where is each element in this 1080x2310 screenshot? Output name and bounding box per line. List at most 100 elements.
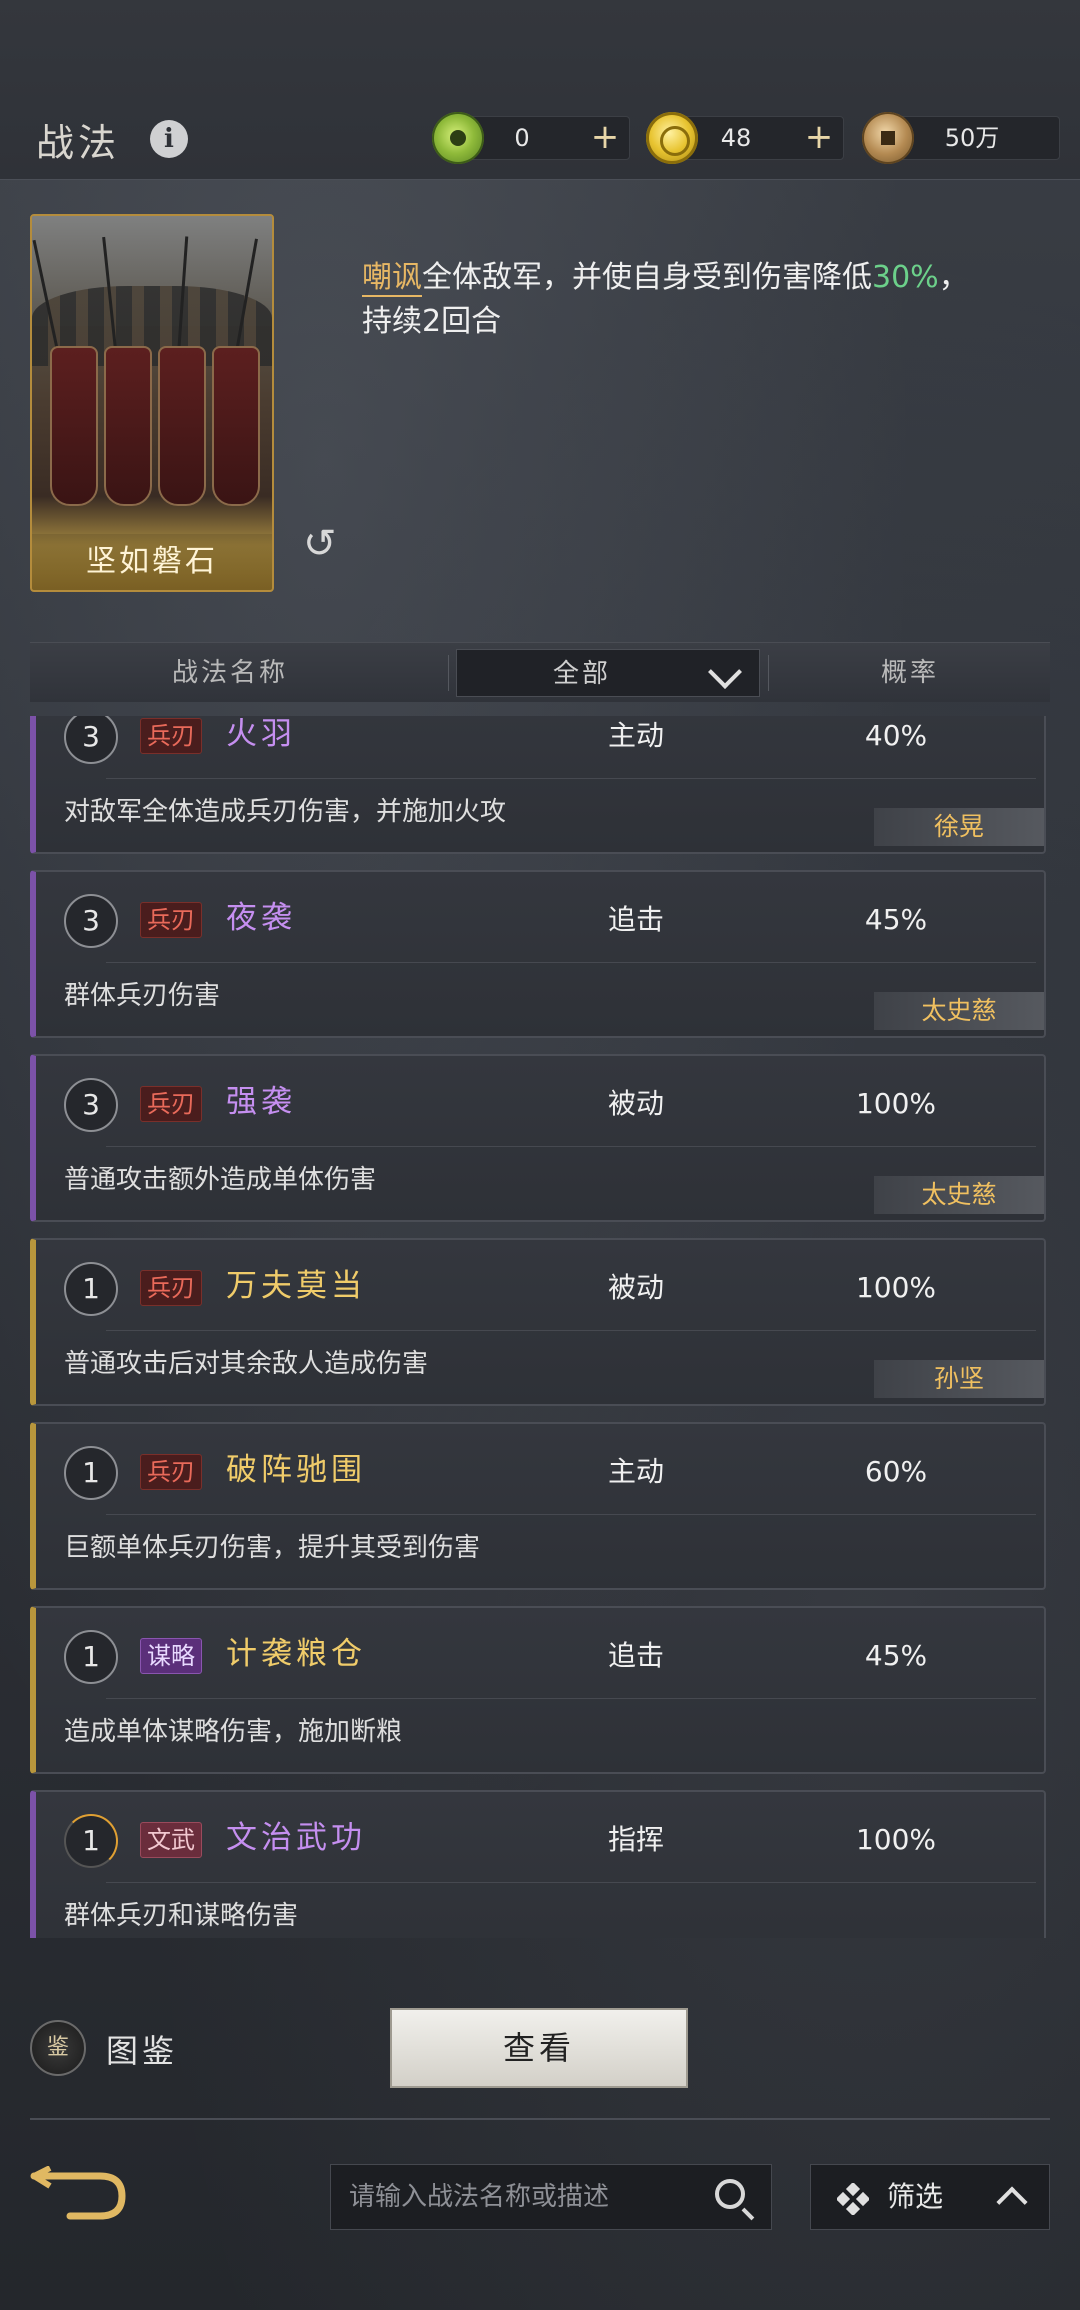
filter-label: 筛选 — [887, 2180, 944, 2213]
skill-desc: 对敌军全体造成兵刃伤害，并施加火攻 — [64, 797, 507, 827]
shield — [212, 346, 260, 506]
atlas-label[interactable]: 图鉴 — [106, 2026, 178, 2072]
skill-name: 火羽 — [226, 716, 296, 752]
skill-desc: 群体兵刃和谋略伤害 — [64, 1901, 299, 1931]
skill-desc: 群体兵刃伤害 — [64, 981, 221, 1011]
skill-level: 3 — [64, 1078, 118, 1132]
row-divider — [106, 962, 1036, 963]
card-name: 坚如磐石 — [32, 534, 272, 590]
skill-row[interactable]: 1 谋略 计袭粮仓 追击 45% 造成单体谋略伤害，施加断粮 — [30, 1606, 1046, 1774]
skill-desc: 普通攻击后对其余敌人造成伤害 — [64, 1349, 429, 1379]
column-divider — [448, 655, 449, 691]
shield — [50, 346, 98, 506]
skill-level: 3 — [64, 716, 118, 764]
skill-tag: 兵刃 — [140, 1270, 202, 1306]
skill-desc: 巨额单体兵刃伤害，提升其受到伤害 — [64, 1533, 481, 1563]
row-divider — [106, 1882, 1036, 1883]
atlas-icon[interactable]: 鉴 — [30, 2020, 86, 2076]
hero-badge: 太史慈 — [874, 992, 1044, 1030]
desc-text: 全体敌军，并使自身受到伤害降低 — [422, 260, 872, 295]
row-divider — [106, 1698, 1036, 1699]
gold-coin-icon — [646, 112, 698, 164]
info-icon[interactable]: i — [150, 120, 188, 158]
hero-badge: 孙坚 — [874, 1360, 1044, 1398]
skill-list[interactable]: 3 兵刃 火羽 主动 40% 对敌军全体造成兵刃伤害，并施加火攻 徐晃 3 兵刃… — [30, 716, 1050, 1938]
skill-type: 追击 — [607, 1639, 664, 1672]
skill-name: 万夫莫当 — [226, 1268, 366, 1304]
undo-icon[interactable]: ↺ — [303, 522, 347, 566]
skill-rate: 100% — [855, 1087, 937, 1120]
jade-value: 0 — [514, 124, 530, 152]
hero-badge: 太史慈 — [874, 1176, 1044, 1214]
copper-coin-icon — [862, 112, 914, 164]
skill-type: 追击 — [607, 903, 664, 936]
skill-rate: 100% — [855, 1823, 937, 1856]
column-divider — [768, 655, 769, 691]
desc-number: 30% — [872, 260, 939, 295]
skill-desc: 造成单体谋略伤害，施加断粮 — [64, 1717, 403, 1747]
row-divider — [106, 1330, 1036, 1331]
gold-value: 48 — [720, 124, 752, 152]
diamond-grid-icon — [837, 2183, 869, 2215]
gold-add-icon[interactable]: + — [799, 117, 839, 157]
skill-name: 强袭 — [226, 1084, 296, 1120]
skill-row[interactable]: 3 兵刃 火羽 主动 40% 对敌军全体造成兵刃伤害，并施加火攻 徐晃 — [30, 716, 1046, 854]
skill-type: 主动 — [607, 1455, 664, 1488]
search-input[interactable] — [349, 2165, 689, 2229]
skill-tag: 兵刃 — [140, 902, 202, 938]
skill-level: 1 — [64, 1262, 118, 1316]
shield — [158, 346, 206, 506]
skill-rate: 45% — [864, 903, 928, 936]
search-icon[interactable] — [715, 2179, 745, 2209]
skill-tag: 谋略 — [140, 1638, 202, 1674]
desc-keyword[interactable]: 嘲讽 — [362, 260, 422, 297]
skill-tag: 兵刃 — [140, 1086, 202, 1122]
hero-badge: 徐晃 — [874, 808, 1044, 846]
filter-button[interactable]: 筛选 — [810, 2164, 1050, 2230]
category-dropdown[interactable]: 全部 — [456, 649, 760, 697]
column-header-rate: 概率 — [880, 658, 939, 688]
skill-name: 计袭粮仓 — [226, 1636, 366, 1672]
skill-type: 指挥 — [607, 1823, 664, 1856]
skill-tag: 文武 — [140, 1822, 202, 1858]
skill-type: 主动 — [607, 719, 664, 752]
back-icon[interactable] — [30, 2166, 126, 2220]
table-header: 战法名称 全部 概率 — [30, 642, 1050, 702]
skill-row[interactable]: 3 兵刃 夜袭 追击 45% 群体兵刃伤害 太史慈 — [30, 870, 1046, 1038]
skill-row[interactable]: 1 兵刃 破阵驰围 主动 60% 巨额单体兵刃伤害，提升其受到伤害 — [30, 1422, 1046, 1590]
skill-rate: 100% — [855, 1271, 937, 1304]
skill-name: 破阵驰围 — [226, 1452, 366, 1488]
shield — [104, 346, 152, 506]
copper-value: 50万 — [944, 124, 1000, 152]
skill-row[interactable]: 1 兵刃 万夫莫当 被动 100% 普通攻击后对其余敌人造成伤害 孙坚 — [30, 1238, 1046, 1406]
skill-rate: 40% — [864, 719, 928, 752]
divider — [30, 2118, 1050, 2120]
column-header-name: 战法名称 — [171, 658, 288, 688]
skill-description: 嘲讽全体敌军，并使自身受到伤害降低30%，持续2回合 — [362, 256, 982, 344]
skill-row[interactable]: 1 文武 文治武功 指挥 100% 群体兵刃和谋略伤害 — [30, 1790, 1046, 1938]
skill-rate: 60% — [864, 1455, 928, 1488]
skill-level: 3 — [64, 894, 118, 948]
skill-rate: 45% — [864, 1639, 928, 1672]
row-divider — [106, 1146, 1036, 1147]
skill-name: 文治武功 — [226, 1820, 366, 1856]
skill-level: 1 — [64, 1446, 118, 1500]
skill-tag: 兵刃 — [140, 718, 202, 754]
chevron-down-icon — [708, 655, 742, 689]
skill-card[interactable]: 坚如磐石 — [30, 214, 274, 592]
search-box[interactable] — [330, 2164, 772, 2230]
skill-desc: 普通攻击额外造成单体伤害 — [64, 1165, 377, 1195]
dropdown-value: 全部 — [552, 659, 611, 689]
page-title: 战法 — [36, 121, 121, 165]
skill-type: 被动 — [607, 1271, 664, 1304]
row-divider — [106, 1514, 1036, 1515]
row-divider — [106, 778, 1036, 779]
skill-tag: 兵刃 — [140, 1454, 202, 1490]
chevron-up-icon — [996, 2186, 1028, 2218]
skill-level: 1 — [64, 1814, 118, 1868]
jade-coin-icon — [432, 112, 484, 164]
skill-row[interactable]: 3 兵刃 强袭 被动 100% 普通攻击额外造成单体伤害 太史慈 — [30, 1054, 1046, 1222]
skill-name: 夜袭 — [226, 900, 296, 936]
view-button[interactable]: 查看 — [390, 2008, 688, 2088]
jade-add-icon[interactable]: + — [585, 117, 625, 157]
